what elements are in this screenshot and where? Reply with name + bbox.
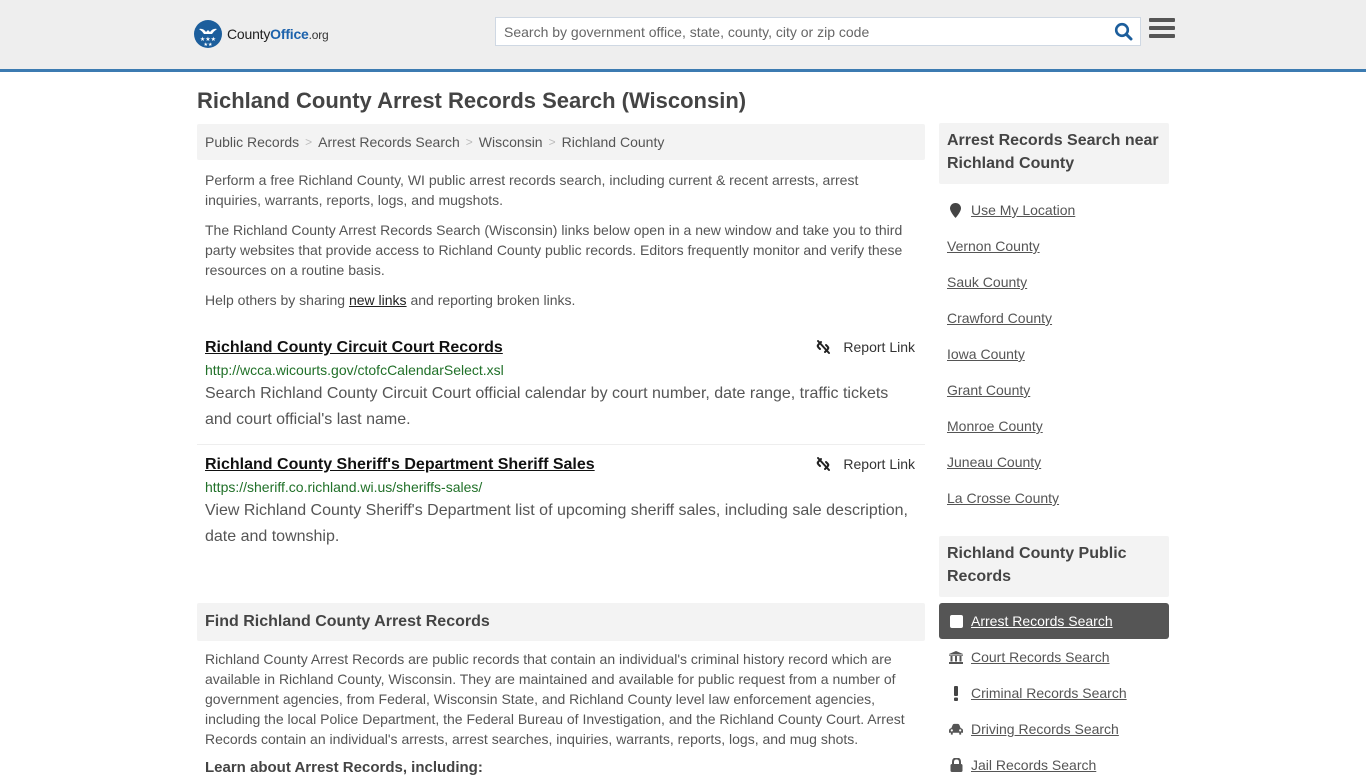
breadcrumb-wisconsin[interactable]: Wisconsin <box>479 134 543 150</box>
records-item-driving: Driving Records Search <box>939 711 1169 747</box>
jail-records-search-link[interactable]: Jail Records Search <box>971 757 1096 773</box>
site-header: ★★★ ★★ CountyOffice.org <box>0 0 1366 72</box>
nearby-county-item: Vernon County <box>939 228 1169 264</box>
map-pin-icon <box>947 202 963 218</box>
intro-paragraph: Perform a free Richland County, WI publi… <box>205 172 859 208</box>
breadcrumb-separator: > <box>548 135 556 149</box>
nearby-county-item: Juneau County <box>939 444 1169 480</box>
records-item-jail: Jail Records Search <box>939 747 1169 783</box>
new-links-link[interactable]: new links <box>349 292 407 308</box>
nearby-county-item: Sauk County <box>939 264 1169 300</box>
breadcrumb: Public Records > Arrest Records Search >… <box>197 124 925 160</box>
search-input[interactable] <box>496 18 1106 45</box>
broken-link-icon <box>817 340 831 354</box>
sidebar: Arrest Records Search near Richland Coun… <box>939 123 1169 783</box>
nearby-county-item: Iowa County <box>939 336 1169 372</box>
breadcrumb-arrest-records-search[interactable]: Arrest Records Search <box>318 134 460 150</box>
result-item: Richland County Circuit Court Records Re… <box>197 328 925 445</box>
result-description: View Richland County Sheriff's Departmen… <box>205 502 908 545</box>
public-records-heading: Richland County Public Records <box>939 536 1169 597</box>
nearby-county-link[interactable]: Crawford County <box>947 310 1052 326</box>
menu-bar-icon <box>1149 34 1175 38</box>
nearby-county-item: Monroe County <box>939 408 1169 444</box>
nearby-county-link[interactable]: Monroe County <box>947 418 1043 434</box>
result-url: https://sheriff.co.richland.wi.us/sherif… <box>205 479 483 495</box>
nearby-county-link[interactable]: Vernon County <box>947 238 1040 254</box>
criminal-records-search-link[interactable]: Criminal Records Search <box>971 685 1127 701</box>
records-item-criminal: Criminal Records Search <box>939 675 1169 711</box>
exclamation-icon <box>949 685 963 701</box>
report-link-button[interactable]: Report Link <box>815 339 915 355</box>
page-title: Richland County Arrest Records Search (W… <box>197 88 747 113</box>
intro: Perform a free Richland County, WI publi… <box>197 170 925 310</box>
search-box <box>495 17 1141 46</box>
intro-paragraph: The Richland County Arrest Records Searc… <box>205 222 903 278</box>
use-my-location-link[interactable]: Use My Location <box>971 202 1075 218</box>
result-title-link[interactable]: Richland County Circuit Court Records <box>205 337 503 359</box>
breadcrumb-separator: > <box>465 135 473 149</box>
find-records-heading: Find Richland County Arrest Records <box>197 603 925 641</box>
driving-records-search-link[interactable]: Driving Records Search <box>971 721 1119 737</box>
nearby-county-link[interactable]: Sauk County <box>947 274 1027 290</box>
menu-bar-icon <box>1149 18 1175 22</box>
courthouse-icon <box>949 650 963 664</box>
search-icon <box>1114 22 1132 41</box>
result-item: Richland County Sheriff's Department She… <box>197 445 925 561</box>
svg-text:★★: ★★ <box>204 42 213 48</box>
hamburger-menu-button[interactable] <box>1149 18 1175 42</box>
records-item-court: Court Records Search <box>939 639 1169 675</box>
car-icon <box>949 723 963 735</box>
breadcrumb-public-records[interactable]: Public Records <box>205 134 299 150</box>
share-links-note: Help others by sharing new links and rep… <box>205 292 576 308</box>
report-link-button[interactable]: Report Link <box>815 456 915 472</box>
nearby-county-link[interactable]: Grant County <box>947 382 1030 398</box>
square-icon <box>949 614 963 628</box>
nearby-county-item: La Crosse County <box>939 480 1169 516</box>
nearby-county-link[interactable]: Iowa County <box>947 346 1025 362</box>
breadcrumb-richland-county[interactable]: Richland County <box>562 134 665 150</box>
find-records-body: Richland County Arrest Records are publi… <box>205 651 905 747</box>
result-url: http://wcca.wicourts.gov/ctofcCalendarSe… <box>205 362 504 378</box>
result-title-link[interactable]: Richland County Sheriff's Department She… <box>205 454 595 476</box>
eagle-logo-icon: ★★★ ★★ <box>194 20 222 48</box>
result-description: Search Richland County Circuit Court off… <box>205 385 889 428</box>
search-button[interactable] <box>1106 18 1140 45</box>
site-logo[interactable]: ★★★ ★★ CountyOffice.org <box>194 20 329 48</box>
nearby-county-link[interactable]: La Crosse County <box>947 490 1059 506</box>
nearby-heading: Arrest Records Search near Richland Coun… <box>939 123 1169 184</box>
nearby-county-item: Grant County <box>939 372 1169 408</box>
nearby-county-item: Crawford County <box>939 300 1169 336</box>
use-location-item: Use My Location <box>939 192 1169 228</box>
arrest-records-search-link[interactable]: Arrest Records Search <box>971 613 1113 629</box>
records-item-arrest: Arrest Records Search <box>939 603 1169 639</box>
learn-about-heading: Learn about Arrest Records, including: <box>205 759 483 776</box>
lock-icon <box>949 758 963 772</box>
public-records-list: Arrest Records Search Court Records Sear… <box>939 603 1169 783</box>
logo-text: CountyOffice.org <box>227 26 329 42</box>
nearby-county-link[interactable]: Juneau County <box>947 454 1041 470</box>
court-records-search-link[interactable]: Court Records Search <box>971 649 1110 665</box>
main-content: Public Records > Arrest Records Search >… <box>197 124 925 776</box>
breadcrumb-separator: > <box>305 135 313 149</box>
menu-bar-icon <box>1149 26 1175 30</box>
broken-link-icon <box>817 457 831 471</box>
nearby-list: Use My Location Vernon County Sauk Count… <box>939 192 1169 516</box>
